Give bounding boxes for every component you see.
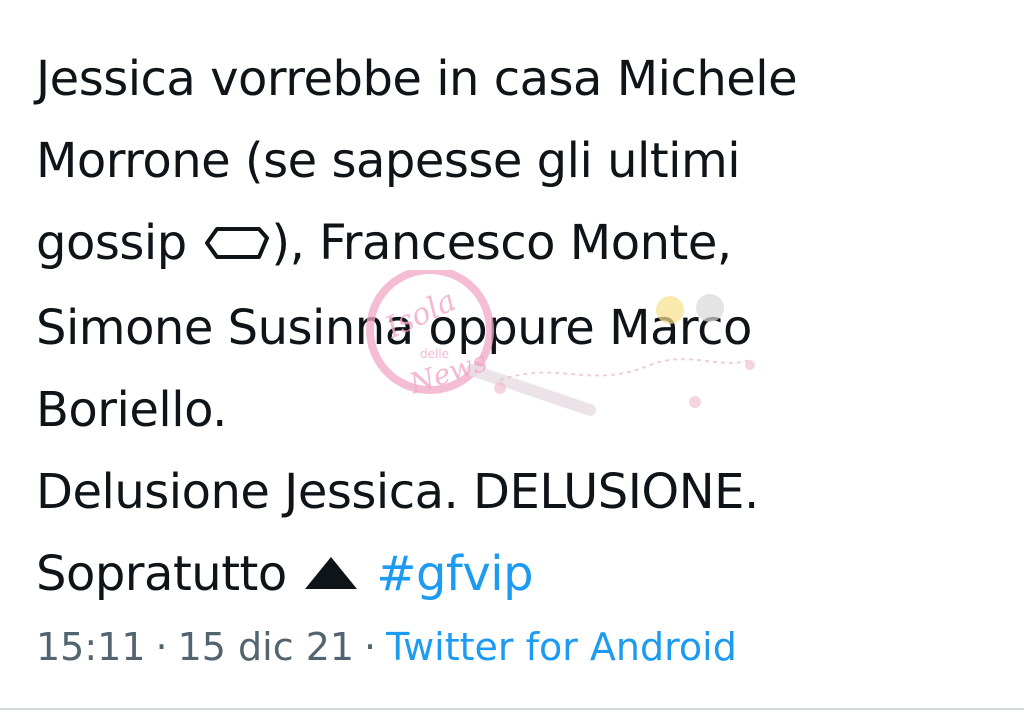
coffin-icon	[201, 205, 271, 287]
tweet-text-segment: Morrone (se sapesse gli ultimi	[36, 133, 741, 189]
tweet-line: gossip ), Francesco Monte,	[36, 202, 996, 287]
tweet-text-segment: Boriello.	[36, 382, 227, 438]
tweet-date[interactable]: 15 dic 21	[178, 625, 354, 669]
tweet-text-segment: Sopratutto	[36, 546, 302, 602]
hashtag-link[interactable]: #gfvip	[376, 546, 533, 602]
tweet-text-segment: gossip	[36, 215, 202, 271]
tweet-line: Boriello.	[36, 369, 996, 451]
tweet-text-segment: Simone Susinna oppure Marco	[36, 300, 752, 356]
tweet-line: Morrone (se sapesse gli ultimi	[36, 120, 996, 202]
tweet-text-segment: Delusione Jessica. DELUSIONE.	[36, 464, 759, 520]
tweet-meta: 15:11 · 15 dic 21 · Twitter for Android	[36, 622, 737, 672]
tweet-text-segment: Jessica vorrebbe in casa Michele	[36, 51, 798, 107]
tweet-line: Delusione Jessica. DELUSIONE.	[36, 451, 996, 533]
meta-separator: ·	[155, 625, 168, 669]
tweet-text: Jessica vorrebbe in casa Michele Morrone…	[36, 38, 996, 618]
tweet-time[interactable]: 15:11	[36, 625, 146, 669]
meta-separator: ·	[364, 625, 377, 669]
tweet-source-link[interactable]: Twitter for Android	[386, 625, 737, 669]
black-up-triangle-icon	[301, 536, 361, 618]
tweet-line: Jessica vorrebbe in casa Michele	[36, 38, 996, 120]
tweet-text-segment: ), Francesco Monte,	[271, 215, 732, 271]
tweet-line: Sopratutto #gfvip	[36, 533, 996, 618]
tweet-line: Simone Susinna oppure Marco	[36, 287, 996, 369]
